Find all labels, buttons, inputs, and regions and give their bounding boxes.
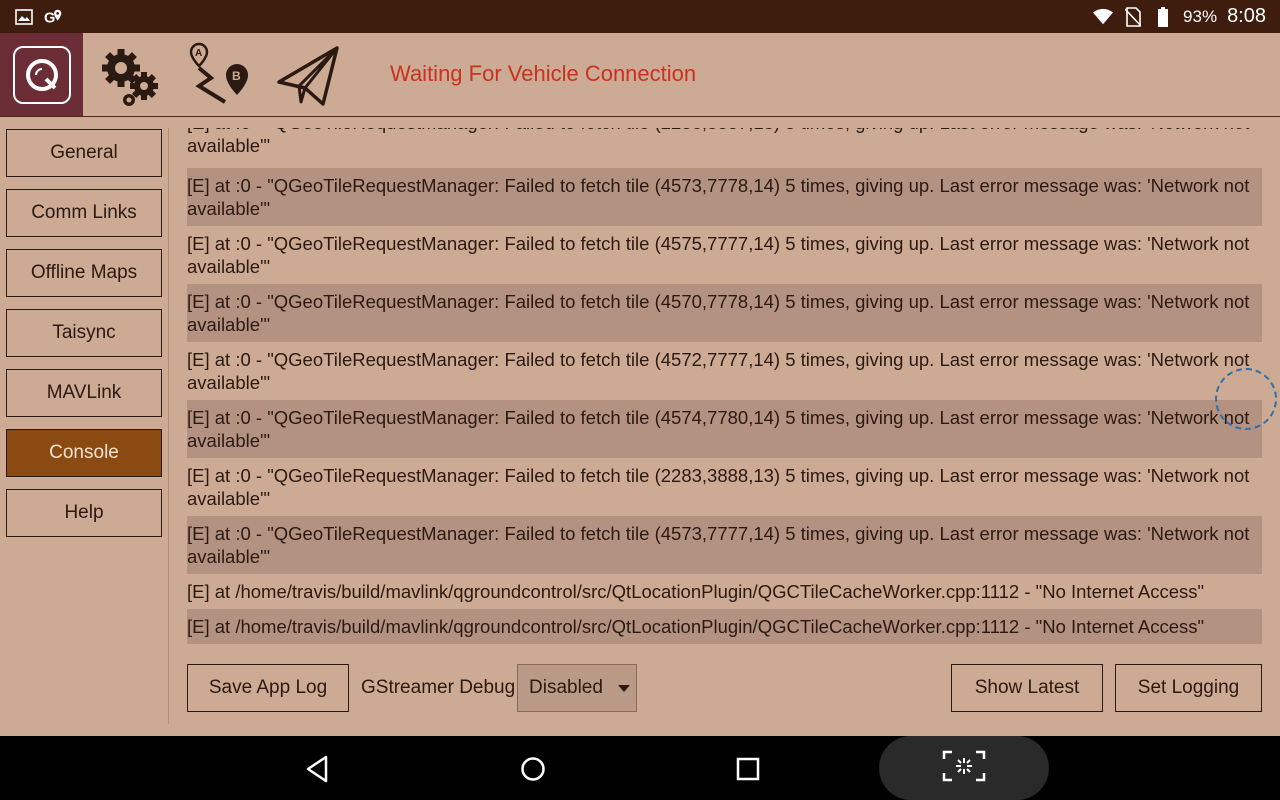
menu-mavlink[interactable]: MAVLink	[6, 369, 162, 417]
android-nav-bar	[0, 736, 1280, 800]
paper-plane-icon[interactable]	[274, 41, 342, 109]
no-sim-icon	[1123, 6, 1143, 27]
recents-icon[interactable]	[731, 752, 765, 786]
menu-help[interactable]: Help	[6, 489, 162, 537]
console-log[interactable]: [E] at :0 - "QGeoTileRequestManager: Fai…	[187, 128, 1262, 652]
menu-divider	[168, 128, 169, 724]
status-bar-right: 93% 8:08	[1093, 5, 1266, 28]
log-row-partial: [E] at :0 - "QGeoTileRequestManager: Fai…	[187, 128, 1262, 168]
connection-status: Waiting For Vehicle Connection	[390, 61, 697, 86]
screenshot-icon	[942, 750, 986, 787]
loading-spinner	[1215, 368, 1277, 430]
wifi-icon	[1093, 7, 1114, 27]
svg-text:B: B	[232, 69, 241, 83]
svg-text:G: G	[44, 10, 55, 26]
image-icon	[14, 7, 34, 27]
log-row: [E] at /home/travis/build/mavlink/qgroun…	[187, 609, 1262, 644]
log-row: [E] at :0 - "QGeoTileRequestManager: Fai…	[187, 465, 1250, 509]
top-toolbar: A B Waiting For Vehicle Connection	[0, 33, 1280, 117]
log-row: [E] at /home/travis/build/mavlink/qgroun…	[187, 581, 1205, 602]
clock: 8:08	[1227, 5, 1266, 27]
map-pin-icon: G	[44, 7, 64, 27]
home-icon[interactable]	[516, 752, 550, 786]
save-app-log-button[interactable]: Save App Log	[187, 664, 349, 712]
log-row: [E] at :0 - "QGeoTileRequestManager: Fai…	[187, 400, 1262, 458]
screenshot-button[interactable]	[879, 736, 1049, 800]
gstreamer-debug-label: GStreamer Debug	[361, 677, 516, 698]
menu-console[interactable]: Console	[6, 429, 162, 477]
gstreamer-debug-select[interactable]: Disabled	[517, 664, 637, 712]
show-latest-button[interactable]: Show Latest	[951, 664, 1103, 712]
log-row: [E] at :0 - "QGeoTileRequestManager: Fai…	[187, 284, 1262, 342]
log-row-partial-text: [E] at :0 - "QGeoTileRequestManager: Fai…	[187, 128, 1249, 156]
menu-taisync[interactable]: Taisync	[6, 309, 162, 357]
log-row: [E] at :0 - "QGeoTileRequestManager: Fai…	[187, 233, 1250, 277]
set-logging-button[interactable]: Set Logging	[1115, 664, 1262, 712]
menu-offline-maps[interactable]: Offline Maps	[6, 249, 162, 297]
battery-icon	[1153, 6, 1173, 27]
qgc-menu-button[interactable]	[0, 33, 83, 116]
battery-percent: 93%	[1183, 6, 1218, 26]
svg-text:A: A	[195, 48, 202, 59]
status-bar: G 93% 8:08	[0, 0, 1280, 33]
gears-icon[interactable]	[96, 41, 164, 109]
gstreamer-debug-value: Disabled	[529, 677, 603, 698]
log-row: [E] at :0 - "QGeoTileRequestManager: Fai…	[187, 349, 1250, 393]
menu-general[interactable]: General	[6, 129, 162, 177]
qgc-logo-icon	[12, 45, 71, 104]
back-icon[interactable]	[300, 752, 334, 786]
log-row: [E] at :0 - "QGeoTileRequestManager: Fai…	[187, 168, 1262, 226]
log-row: [E] at :0 - "QGeoTileRequestManager: Fai…	[187, 516, 1262, 574]
status-bar-left: G	[14, 7, 64, 27]
chevron-down-icon	[618, 685, 630, 692]
route-a-b-icon[interactable]: A B	[184, 41, 252, 109]
menu-comm-links[interactable]: Comm Links	[6, 189, 162, 237]
